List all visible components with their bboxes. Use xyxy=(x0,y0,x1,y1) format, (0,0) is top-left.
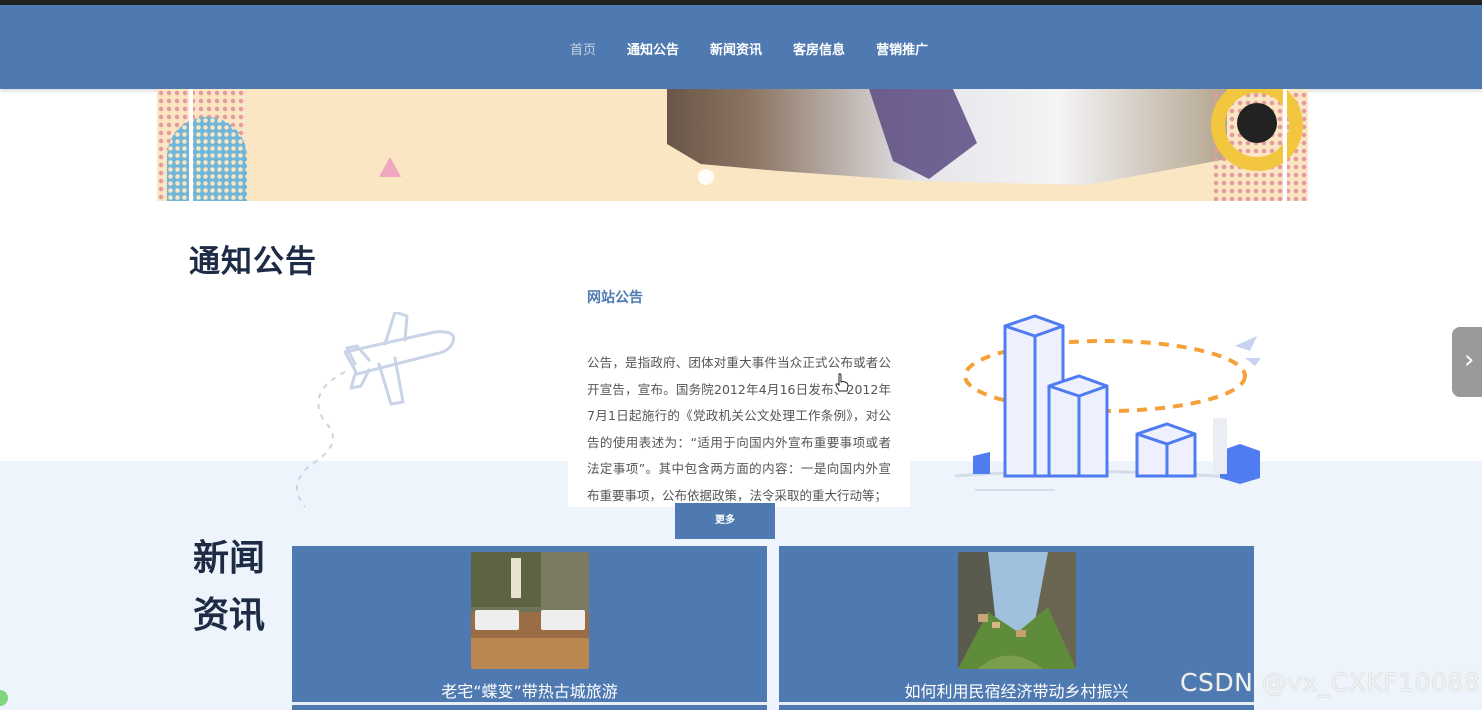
banner-decoration xyxy=(167,117,247,201)
main-navbar: 首页 通知公告 新闻资讯 客房信息 营销推广 xyxy=(0,5,1482,89)
card-divider xyxy=(292,702,767,705)
notice-section-heading: 通知公告 xyxy=(189,244,317,280)
banner-decoration xyxy=(379,157,401,177)
card-divider xyxy=(779,702,1254,705)
watermark-text: CSDN @vx_CXKF10088 xyxy=(1180,668,1481,697)
news-thumbnail xyxy=(958,552,1076,669)
nav-item-rooms[interactable]: 客房信息 xyxy=(793,39,845,58)
news-section-heading: 新闻资讯 xyxy=(193,538,266,636)
chevron-right-icon[interactable]: › xyxy=(1452,327,1482,397)
hand-cursor-icon xyxy=(835,373,849,392)
notice-card[interactable]: 网站公告 公告，是指政府、团体对重大事件当众正式公布或者公开宣告，宣布。国务院2… xyxy=(568,270,910,507)
banner-decoration xyxy=(189,89,193,201)
news-title[interactable]: 老宅“蝶变”带热古城旅游 xyxy=(292,678,767,702)
news-thumbnail xyxy=(471,552,589,669)
news-card[interactable]: 老宅“蝶变”带热古城旅游 xyxy=(292,546,767,710)
nav-item-news[interactable]: 新闻资讯 xyxy=(710,39,762,58)
hero-carousel[interactable] xyxy=(157,89,1308,201)
carousel-pager-dot[interactable] xyxy=(698,169,714,185)
nav-item-home[interactable]: 首页 xyxy=(570,39,596,58)
more-button[interactable]: 更多 xyxy=(675,503,775,539)
notice-card-title[interactable]: 网站公告 xyxy=(587,287,643,307)
nav-menu: 首页 通知公告 新闻资讯 客房信息 营销推广 xyxy=(570,39,959,58)
banner-decoration xyxy=(1283,89,1287,201)
bar-chart-illustration xyxy=(954,314,1261,491)
nav-item-notices[interactable]: 通知公告 xyxy=(627,39,679,58)
nav-item-marketing[interactable]: 营销推广 xyxy=(876,39,928,58)
airplane-illustration xyxy=(296,312,456,508)
banner-decoration xyxy=(1237,103,1277,143)
